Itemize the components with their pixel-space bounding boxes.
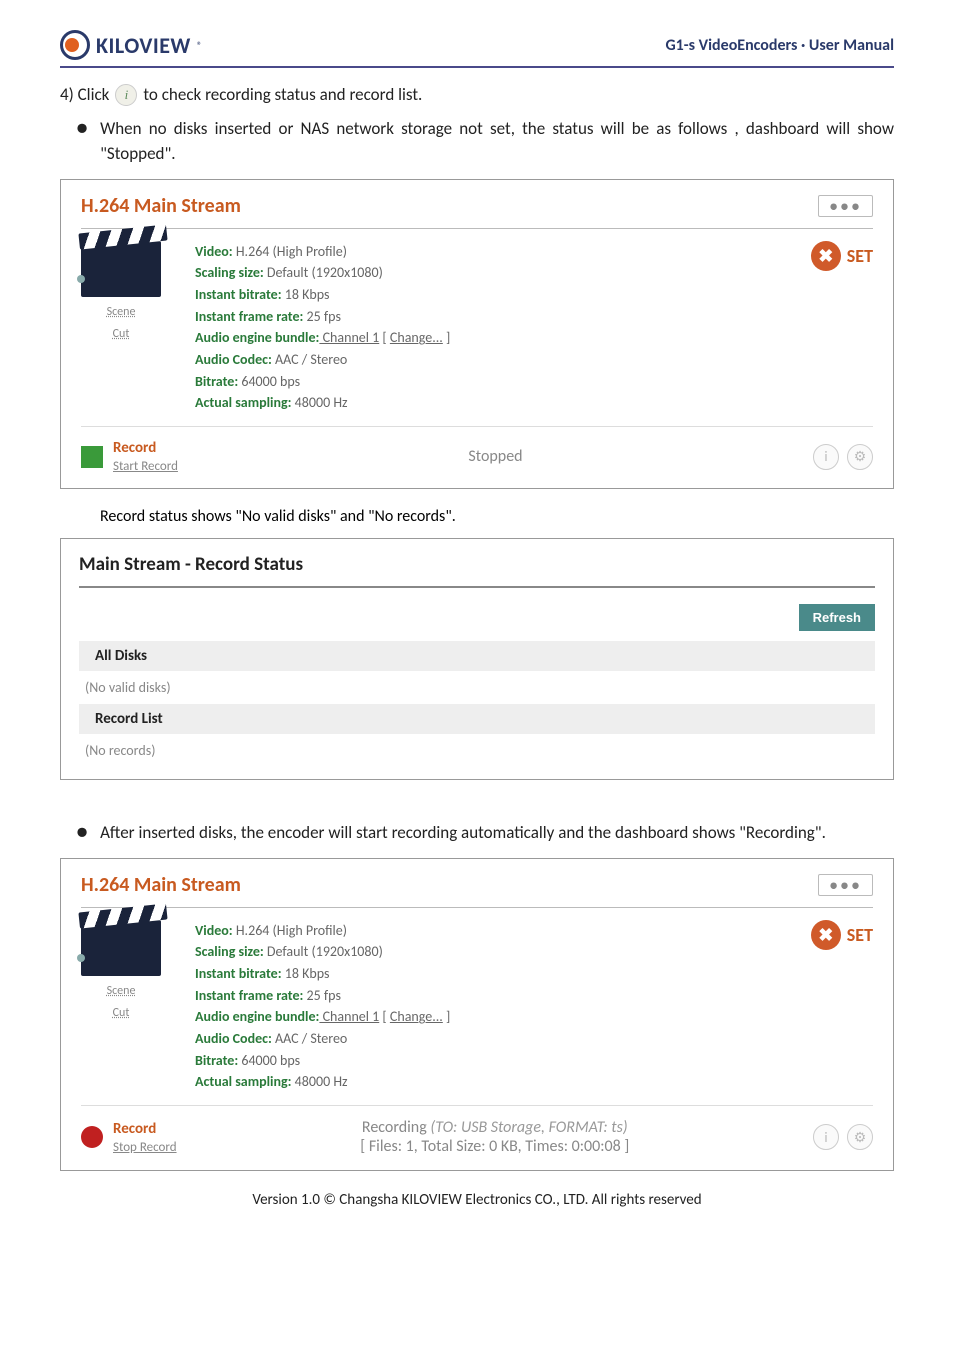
set-button[interactable]: ✖ SET — [811, 920, 873, 950]
clapperboard-icon — [81, 920, 161, 976]
clapperboard-icon — [81, 241, 161, 297]
record-heading: Record — [113, 1120, 156, 1138]
bullet-icon: ● — [76, 116, 88, 167]
record-heading: Record — [113, 439, 156, 457]
sampling-label: Actual sampling: — [195, 1073, 292, 1090]
cut-link[interactable]: Cut — [113, 327, 130, 341]
gear-button[interactable]: ⚙ — [847, 444, 873, 470]
refresh-button[interactable]: Refresh — [799, 604, 875, 631]
frame-rate-value: 25 fps — [303, 308, 341, 325]
instant-bitrate-label: Instant bitrate: — [195, 286, 282, 303]
instant-bitrate-value: 18 Kbps — [282, 965, 330, 982]
all-disks-header: All Disks — [79, 641, 875, 671]
bitrate-value: 64000 bps — [238, 1052, 300, 1069]
record-indicator-recording-icon — [81, 1126, 103, 1148]
no-records-text: (No records) — [79, 734, 875, 767]
step-prefix: 4) Click — [60, 82, 109, 108]
audio-codec-value: AAC / Stereo — [272, 1030, 347, 1047]
scene-link[interactable]: Scene — [107, 305, 136, 319]
instant-bitrate-value: 18 Kbps — [282, 286, 330, 303]
wrench-icon: ✖ — [811, 920, 841, 950]
bracket-open: [ — [379, 329, 390, 346]
frame-rate-label: Instant frame rate: — [195, 987, 303, 1004]
brand-name: KILOVIEW — [96, 32, 191, 59]
cut-link[interactable]: Cut — [113, 1006, 130, 1020]
bracket-open: [ — [379, 1008, 390, 1025]
stream-panel-stopped: H.264 Main Stream ••• Scene Cut Video: H… — [60, 179, 894, 490]
audio-codec-value: AAC / Stereo — [272, 351, 347, 368]
audio-codec-label: Audio Codec: — [195, 351, 272, 368]
audio-channel: Channel 1 — [319, 1008, 379, 1025]
step-suffix: to check recording status and record lis… — [143, 82, 422, 108]
step-4-line: 4) Click i to check recording status and… — [60, 82, 894, 108]
stream-panel-recording: H.264 Main Stream ••• Scene Cut Video: H… — [60, 858, 894, 1172]
bullet-icon: ● — [76, 820, 88, 846]
doc-title: G1-s VideoEncoders · User Manual — [665, 36, 894, 55]
set-label: SET — [847, 245, 873, 267]
start-record-link[interactable]: Start Record — [113, 459, 178, 474]
wrench-icon: ✖ — [811, 241, 841, 271]
change-link[interactable]: Change... — [390, 1008, 443, 1025]
page-footer: Version 1.0 © Changsha KILOVIEW Electron… — [60, 1191, 894, 1209]
record-indicator-stopped-icon — [81, 446, 103, 468]
stop-record-link[interactable]: Stop Record — [113, 1140, 177, 1155]
scale-value: Default (1920x1080) — [264, 264, 383, 281]
record-status-block: Recording (TO: USB Storage, FORMAT: ts) … — [177, 1118, 813, 1156]
sampling-value: 48000 Hz — [292, 1073, 348, 1090]
scale-value: Default (1920x1080) — [264, 943, 383, 960]
scale-label: Scaling size: — [195, 264, 264, 281]
info-button[interactable]: i — [813, 1124, 839, 1150]
recording-label: Recording — [362, 1118, 430, 1137]
stream-info-block: Video: H.264 (High Profile) Scaling size… — [195, 241, 777, 415]
recording-details: [ Files: 1, Total Size: 0 KB, Times: 0:0… — [360, 1137, 629, 1156]
video-value: H.264 (High Profile) — [233, 922, 347, 939]
instant-bitrate-label: Instant bitrate: — [195, 965, 282, 982]
bullet-1-text: When no disks inserted or NAS network st… — [100, 116, 894, 167]
sampling-value: 48000 Hz — [292, 394, 348, 411]
stream-info-block: Video: H.264 (High Profile) Scaling size… — [195, 920, 777, 1094]
bracket-close: ] — [443, 329, 450, 346]
record-status-panel: Main Stream - Record Status Refresh All … — [60, 538, 894, 780]
audio-bundle-label: Audio engine bundle: — [195, 329, 319, 346]
no-disks-text: (No valid disks) — [79, 671, 875, 704]
panel-title: H.264 Main Stream — [81, 873, 241, 897]
video-value: H.264 (High Profile) — [233, 243, 347, 260]
brand-logo: KILOVIEW ® — [60, 30, 202, 60]
status-panel-title: Main Stream - Record Status — [79, 553, 875, 588]
frame-rate-value: 25 fps — [303, 987, 341, 1004]
info-button[interactable]: i — [813, 444, 839, 470]
video-label: Video: — [195, 922, 233, 939]
bracket-close: ] — [443, 1008, 450, 1025]
caption-1: Record status shows "No valid disks" and… — [100, 507, 894, 526]
frame-rate-label: Instant frame rate: — [195, 308, 303, 325]
info-icon: i — [115, 84, 137, 106]
audio-codec-label: Audio Codec: — [195, 1030, 272, 1047]
more-button[interactable]: ••• — [818, 874, 873, 896]
record-list-header: Record List — [79, 704, 875, 734]
panel-title: H.264 Main Stream — [81, 194, 241, 218]
audio-bundle-label: Audio engine bundle: — [195, 1008, 319, 1025]
sampling-label: Actual sampling: — [195, 394, 292, 411]
gear-button[interactable]: ⚙ — [847, 1124, 873, 1150]
bitrate-label: Bitrate: — [195, 373, 238, 390]
bitrate-value: 64000 bps — [238, 373, 300, 390]
set-button[interactable]: ✖ SET — [811, 241, 873, 271]
registered-mark: ® — [197, 39, 202, 52]
change-link[interactable]: Change... — [390, 329, 443, 346]
set-label: SET — [847, 924, 873, 946]
scene-link[interactable]: Scene — [107, 984, 136, 998]
audio-channel: Channel 1 — [319, 329, 379, 346]
video-label: Video: — [195, 243, 233, 260]
bullet-2-text: After inserted disks, the encoder will s… — [100, 820, 894, 846]
bullet-1: ● When no disks inserted or NAS network … — [76, 116, 894, 167]
recording-target: (TO: USB Storage, FORMAT: ts) — [430, 1118, 627, 1137]
bullet-2: ● After inserted disks, the encoder will… — [76, 820, 894, 846]
bitrate-label: Bitrate: — [195, 1052, 238, 1069]
scale-label: Scaling size: — [195, 943, 264, 960]
page-header: KILOVIEW ® G1-s VideoEncoders · User Man… — [60, 30, 894, 68]
record-status-text: Stopped — [178, 447, 813, 466]
logo-icon — [60, 30, 90, 60]
more-button[interactable]: ••• — [818, 195, 873, 217]
